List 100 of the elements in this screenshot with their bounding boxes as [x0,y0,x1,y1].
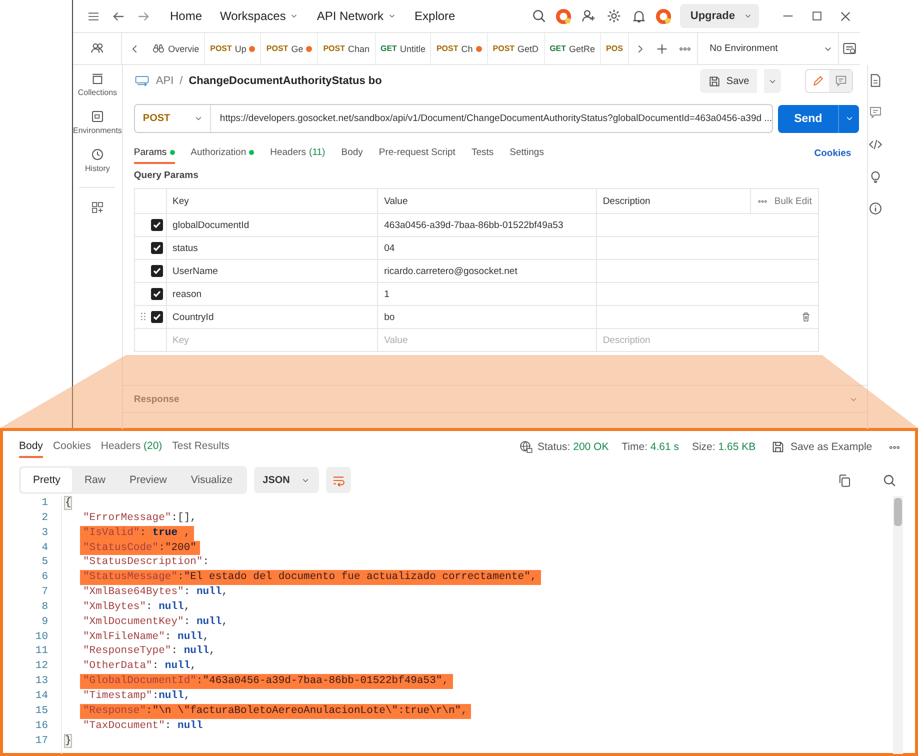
request-tab[interactable]: Body [341,142,363,164]
param-value[interactable]: bo [378,306,596,328]
param-key[interactable]: CountryId [166,306,378,328]
upgrade-button[interactable]: Upgrade [680,4,759,28]
view-tab[interactable]: Preview [117,468,179,492]
code-line: "OtherData": null, [82,659,198,674]
binoculars-icon [152,42,166,55]
line-number: 2 [42,512,48,524]
view-tab[interactable]: Pretty [21,468,72,492]
line-number: 3 [42,526,48,539]
url-bar[interactable]: POST https://developers.gosocket.net/sandbox/api/v1/Document/ChangeDocumentAuthorityStatus?globalDocumentId=463a0456-a39d ... [134,104,774,133]
column-header: Value [378,188,596,214]
trash-icon[interactable] [800,311,812,323]
column-header: Key [166,188,378,214]
request-tab[interactable]: POS [601,33,629,64]
nav-link[interactable]: Home [166,9,206,23]
comment-icon[interactable] [868,105,884,120]
url-field[interactable]: https://developers.gosocket.net/sandbox/api/v1/Document/ChangeDocumentAuthorityStatus?globalDocumentId=463a0456-a39d ... [210,113,772,124]
response-tab[interactable]: Cookies [52,436,91,458]
param-value[interactable]: ricardo.carretero@gosocket.net [378,260,596,282]
param-key[interactable]: reason [166,282,378,306]
checkbox[interactable] [150,219,163,231]
scrollbar[interactable] [893,496,903,754]
code-line: "TaxDocument": null [82,718,204,734]
request-tab[interactable]: POST Ch [431,33,488,64]
copy-icon[interactable] [837,472,852,488]
param-value[interactable]: 1 [378,282,596,306]
section-title: Response [134,394,180,404]
settings-icon[interactable] [606,8,622,24]
line-number: 8 [42,600,48,613]
wrap-button[interactable] [326,467,351,493]
save-example-link[interactable]: Save as Example [790,441,872,453]
comment-icon[interactable] [834,74,848,88]
save-button[interactable]: Save [700,69,758,93]
method-dropdown[interactable]: POST [134,105,211,132]
view-tab[interactable]: Raw [72,468,118,492]
add-apps-icon[interactable] [90,200,105,215]
logo-icon[interactable] [655,8,672,24]
format-dropdown[interactable]: JSON [254,467,319,493]
code-line: "XmlFileName": null, [82,630,210,644]
request-tab[interactable]: POST Up [205,33,262,64]
checkbox[interactable] [150,265,163,277]
cookies-link[interactable]: Cookies [814,148,852,158]
response-tab[interactable]: Headers (20) [100,436,162,458]
request-tab[interactable]: Params [134,142,175,164]
request-tab[interactable]: POST Ge [261,33,318,64]
code-line: "XmlBase64Bytes": null, [82,585,229,600]
column-header: Description [596,188,751,214]
view-tab[interactable]: Visualize [178,468,245,492]
nav-link[interactable]: Workspaces [216,9,303,23]
http-icon [134,73,150,89]
unsaved-dot [476,46,482,52]
line-number: 14 [35,690,48,702]
nav-link[interactable]: Explore [410,9,460,23]
section-title: Query Params [134,170,198,181]
line-number: 12 [35,660,48,672]
environment-dropdown[interactable]: No Environment [696,33,838,64]
request-tab[interactable]: Authorization [190,142,254,164]
response-tab[interactable]: Test Results [172,436,230,458]
line-number: 9 [42,616,48,628]
search-icon[interactable] [530,8,547,24]
sidebar-item[interactable]: Collections [78,71,118,97]
logo-icon[interactable] [555,8,572,24]
code-icon[interactable] [868,137,884,152]
search-icon[interactable] [882,472,897,488]
code-line: "ResponseType": null, [82,644,216,660]
sidebar-item[interactable]: Environments [73,109,122,135]
request-tab[interactable]: GET Untitle [376,33,432,64]
param-key[interactable]: status [166,236,378,260]
checkbox[interactable] [150,242,163,254]
response-tab[interactable]: Body [19,436,43,458]
plus-icon[interactable] [654,42,669,56]
checkbox[interactable] [150,311,163,323]
breadcrumb-link[interactable]: API [156,75,174,87]
request-tab[interactable]: POST Chan [318,33,376,64]
checkbox[interactable] [150,288,163,300]
param-key[interactable]: globalDocumentId [166,214,378,236]
info-icon[interactable] [868,201,884,216]
request-tab[interactable]: GET GetRe [544,33,602,64]
param-key[interactable]: UserName [166,260,378,282]
unsaved-dot [249,46,256,52]
globe-icon[interactable] [518,440,532,454]
maximize-icon[interactable] [810,9,824,23]
request-tab[interactable]: POST GetD [488,33,545,64]
line-number: 4 [42,542,48,554]
nav-link[interactable]: API Network [312,9,401,23]
sidebar-item[interactable]: History [85,147,110,173]
code-line: "Timestamp":null, [82,688,192,704]
add-person-icon[interactable] [580,8,597,24]
request-tab[interactable]: Pre-request Script [378,142,456,164]
bell-icon[interactable] [630,8,647,24]
request-tab[interactable]: Settings [510,142,544,164]
param-value[interactable]: 04 [378,236,596,260]
request-tab[interactable]: Overvie [147,33,206,64]
line-number: 17 [35,734,48,746]
param-value[interactable]: 463a0456-a39d-7baa-86bb-01522bf49a53 [378,214,596,236]
request-tab[interactable]: Headers (11) [270,142,326,164]
pencil-icon[interactable] [810,74,825,88]
request-tab[interactable]: Tests [471,142,494,164]
environment-icon[interactable] [842,41,857,56]
